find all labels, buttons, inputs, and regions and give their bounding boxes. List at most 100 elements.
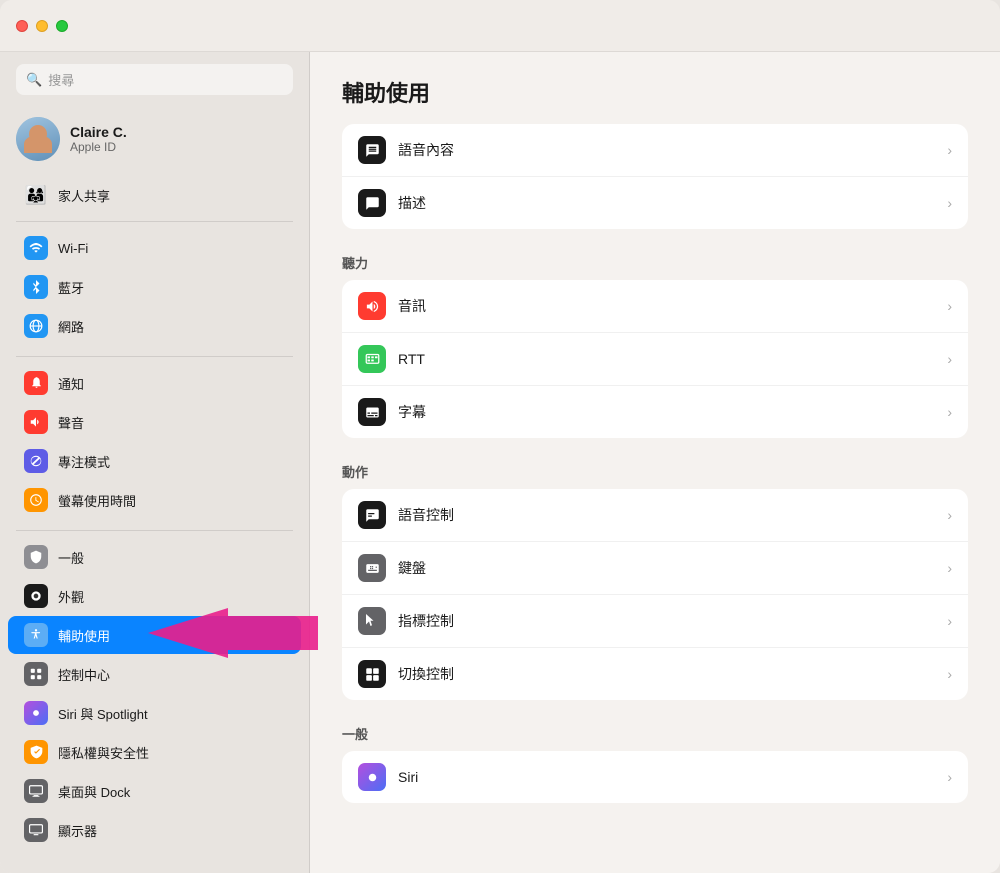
sidebar-section-network: Wi-Fi 藍牙 — [0, 228, 309, 346]
sidebar-item-bluetooth[interactable]: 藍牙 — [8, 268, 301, 306]
traffic-lights — [16, 20, 68, 32]
sidebar-divider-3 — [16, 530, 293, 531]
accessibility-icon — [24, 623, 48, 647]
sidebar-item-general[interactable]: 一般 — [8, 538, 301, 576]
settings-group-motor: 語音控制 › 鍵盤 › — [342, 489, 968, 700]
content-area: 🔍 搜尋 Claire C. Apple ID 👨‍👩‍👧 家人共享 — [0, 52, 1000, 873]
sidebar-item-appearance[interactable]: 外觀 — [8, 577, 301, 615]
sidebar-item-privacy[interactable]: 隱私權與安全性 — [8, 733, 301, 771]
sidebar-item-label: 桌面與 Dock — [58, 782, 130, 801]
controlcenter-icon — [24, 662, 48, 686]
row-label: 字幕 — [398, 402, 935, 422]
sidebar-item-label: 藍牙 — [58, 278, 84, 297]
maximize-button[interactable] — [56, 20, 68, 32]
close-button[interactable] — [16, 20, 28, 32]
family-icon: 👨‍👩‍👧 — [24, 183, 48, 207]
sidebar-item-network[interactable]: 網路 — [8, 307, 301, 345]
row-label: 描述 — [398, 193, 935, 213]
sidebar: 🔍 搜尋 Claire C. Apple ID 👨‍👩‍👧 家人共享 — [0, 52, 310, 873]
chevron-icon: › — [947, 560, 952, 576]
settings-row-voice-control[interactable]: 語音控制 › — [342, 489, 968, 542]
titlebar — [0, 0, 1000, 52]
minimize-button[interactable] — [36, 20, 48, 32]
rtt-icon — [358, 345, 386, 373]
sidebar-item-siri[interactable]: Siri 與 Spotlight — [8, 694, 301, 732]
chevron-icon: › — [947, 298, 952, 314]
chevron-icon: › — [947, 351, 952, 367]
settings-row-describe[interactable]: 描述 › — [342, 177, 968, 229]
settings-group-hearing: 音訊 › RTT › — [342, 280, 968, 438]
search-bar[interactable]: 🔍 搜尋 — [16, 64, 293, 95]
profile-name: Claire C. — [70, 124, 127, 140]
network-icon — [24, 314, 48, 338]
sidebar-item-label: 網路 — [58, 317, 84, 336]
search-icon: 🔍 — [26, 72, 42, 88]
general-icon — [24, 545, 48, 569]
row-label: RTT — [398, 351, 935, 367]
siri-icon — [24, 701, 48, 725]
section-header-hearing: 聽力 — [342, 253, 968, 272]
sidebar-item-label: 螢幕使用時間 — [58, 491, 136, 510]
voice-content-icon — [358, 136, 386, 164]
settings-group-vision-top: 語音內容 › 描述 › — [342, 124, 968, 229]
settings-row-switch-control[interactable]: 切換控制 › — [342, 648, 968, 700]
sidebar-item-family[interactable]: 👨‍👩‍👧 家人共享 — [8, 176, 301, 214]
chevron-icon: › — [947, 195, 952, 211]
row-label: 指標控制 — [398, 611, 935, 631]
chevron-icon: › — [947, 769, 952, 785]
sidebar-item-display[interactable]: 顯示器 — [8, 811, 301, 849]
settings-group-general: Siri › — [342, 751, 968, 803]
sidebar-item-notifications[interactable]: 通知 — [8, 364, 301, 402]
main-content: 輔助使用 語音內容 › — [310, 52, 1000, 873]
voice-control-icon — [358, 501, 386, 529]
profile-section[interactable]: Claire C. Apple ID — [0, 107, 309, 171]
settings-row-pointer-control[interactable]: 指標控制 › — [342, 595, 968, 648]
sidebar-item-focus[interactable]: 專注模式 — [8, 442, 301, 480]
sidebar-section-system: 通知 聲音 專注模式 — [0, 363, 309, 520]
row-label: 切換控制 — [398, 664, 935, 684]
settings-row-captions[interactable]: 字幕 › — [342, 386, 968, 438]
sidebar-item-label: 一般 — [58, 548, 84, 567]
focus-icon — [24, 449, 48, 473]
chevron-icon: › — [947, 613, 952, 629]
sidebar-item-label: 輔助使用 — [58, 626, 110, 645]
sidebar-divider — [16, 221, 293, 222]
desktop-icon — [24, 779, 48, 803]
row-label: Siri — [398, 769, 935, 785]
bluetooth-icon — [24, 275, 48, 299]
sidebar-item-sound[interactable]: 聲音 — [8, 403, 301, 441]
section-header-general: 一般 — [342, 724, 968, 743]
sidebar-item-desktop[interactable]: 桌面與 Dock — [8, 772, 301, 810]
pointer-control-icon — [358, 607, 386, 635]
wifi-icon — [24, 236, 48, 260]
sidebar-item-screentime[interactable]: 螢幕使用時間 — [8, 481, 301, 519]
display-icon — [24, 818, 48, 842]
settings-row-audio[interactable]: 音訊 › — [342, 280, 968, 333]
page-title: 輔助使用 — [342, 76, 968, 108]
sidebar-item-label: Wi-Fi — [58, 241, 88, 256]
settings-row-siri[interactable]: Siri › — [342, 751, 968, 803]
profile-info: Claire C. Apple ID — [70, 124, 127, 154]
sidebar-item-label: 聲音 — [58, 413, 84, 432]
sidebar-divider-2 — [16, 356, 293, 357]
sidebar-section-preferences: 一般 外觀 — [0, 537, 309, 850]
row-label: 音訊 — [398, 296, 935, 316]
settings-row-rtt[interactable]: RTT › — [342, 333, 968, 386]
describe-icon — [358, 189, 386, 217]
switch-control-icon — [358, 660, 386, 688]
privacy-icon — [24, 740, 48, 764]
settings-row-keyboard[interactable]: 鍵盤 › — [342, 542, 968, 595]
captions-icon — [358, 398, 386, 426]
chevron-icon: › — [947, 507, 952, 523]
search-input[interactable]: 搜尋 — [48, 70, 74, 89]
settings-row-voice-content[interactable]: 語音內容 › — [342, 124, 968, 177]
sidebar-item-accessibility[interactable]: 輔助使用 — [8, 616, 301, 654]
sidebar-item-wifi[interactable]: Wi-Fi — [8, 229, 301, 267]
sidebar-item-controlcenter[interactable]: 控制中心 — [8, 655, 301, 693]
profile-subtitle: Apple ID — [70, 140, 127, 154]
audio-icon — [358, 292, 386, 320]
chevron-icon: › — [947, 666, 952, 682]
sidebar-item-label: 控制中心 — [58, 665, 110, 684]
sidebar-item-label: 隱私權與安全性 — [58, 743, 149, 762]
sound-icon — [24, 410, 48, 434]
